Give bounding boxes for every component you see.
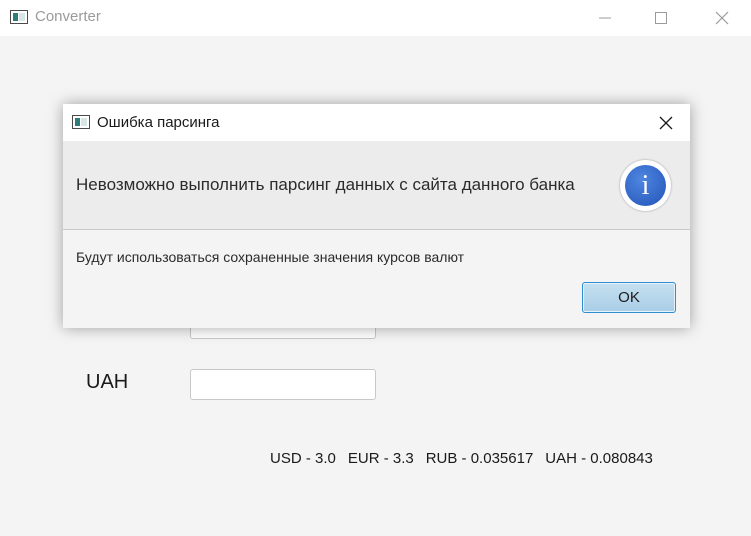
title-bar: Converter (0, 0, 751, 36)
close-icon (715, 11, 729, 25)
ok-button[interactable]: OK (582, 282, 676, 313)
window-title: Converter (35, 8, 101, 25)
app-icon (10, 10, 28, 24)
dialog-close-icon[interactable] (658, 115, 674, 131)
dialog-app-icon (72, 115, 90, 129)
rate-eur: EUR - 3.3 (347, 450, 414, 467)
minimize-button[interactable] (582, 0, 628, 36)
maximize-icon (655, 12, 667, 24)
info-icon: i (625, 165, 666, 206)
uah-input[interactable] (190, 369, 376, 400)
parse-error-dialog: Ошибка парсинга Невозможно выполнить пар… (63, 104, 690, 328)
rate-usd: USD - 3.0 (270, 450, 336, 467)
dialog-header: Невозможно выполнить парсинг данных с са… (63, 141, 690, 230)
rate-uah: UAH - 0.080843 (545, 450, 653, 467)
dialog-title-bar: Ошибка парсинга (63, 104, 690, 141)
main-window: Converter UAH USD - 3.0 EUR - 3.3 RUB - 0.… (0, 0, 751, 536)
rate-rub: RUB - 0.035617 (425, 450, 534, 467)
maximize-button[interactable] (638, 0, 684, 36)
dialog-header-text: Невозможно выполнить парсинг данных с са… (76, 175, 575, 194)
close-button[interactable] (698, 0, 744, 36)
dialog-content-text: Будут использоваться сохраненные значени… (76, 249, 465, 265)
minimize-icon (599, 17, 611, 19)
dialog-title: Ошибка парсинга (97, 114, 220, 131)
uah-label: UAH (86, 371, 129, 393)
exchange-rates: USD - 3.0 EUR - 3.3 RUB - 0.035617 UAH - 0.… (270, 450, 665, 467)
